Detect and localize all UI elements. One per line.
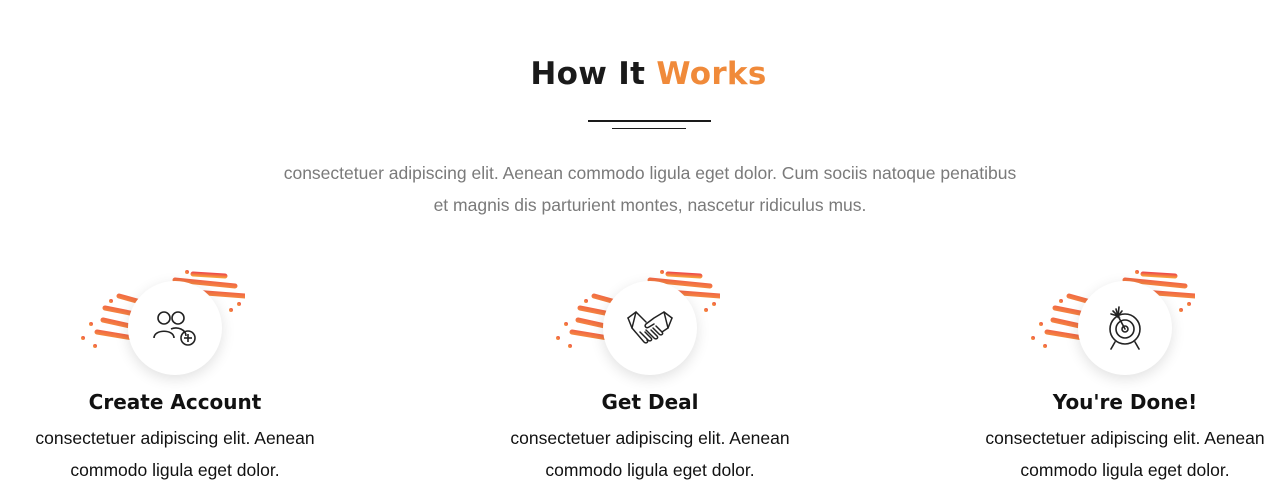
icon-circle	[603, 281, 697, 375]
step-card-get-deal: Get Deal consectetuer adipiscing elit. A…	[485, 262, 815, 491]
section-heading: How It Works	[0, 56, 1287, 92]
icon-circle	[128, 281, 222, 375]
step-description: consectetuer adipiscing elit. Aenean com…	[510, 428, 790, 480]
step-card-youre-done: You're Done! consectetuer adipiscing eli…	[960, 262, 1287, 491]
icon-circle	[1078, 281, 1172, 375]
how-it-works-section: How It Works consectetuer adipiscing eli…	[0, 0, 1287, 491]
heading-main: How It	[530, 56, 646, 92]
heading-divider-short	[612, 128, 686, 129]
heading-divider-long	[588, 120, 711, 122]
section-intro: consectetuer adipiscing elit. Aenean com…	[283, 163, 1017, 215]
heading-accent: Works	[656, 56, 767, 92]
target-icon	[1109, 306, 1141, 350]
step-description: consectetuer adipiscing elit. Aenean com…	[985, 428, 1265, 480]
step-title: Get Deal	[601, 390, 699, 414]
step-card-create-account: Create Account consectetuer adipiscing e…	[10, 262, 340, 491]
step-title: Create Account	[88, 390, 262, 414]
step-title: You're Done!	[1052, 390, 1198, 414]
users-add-icon	[153, 311, 196, 346]
handshake-icon	[627, 311, 673, 344]
step-description: consectetuer adipiscing elit. Aenean com…	[35, 428, 315, 480]
